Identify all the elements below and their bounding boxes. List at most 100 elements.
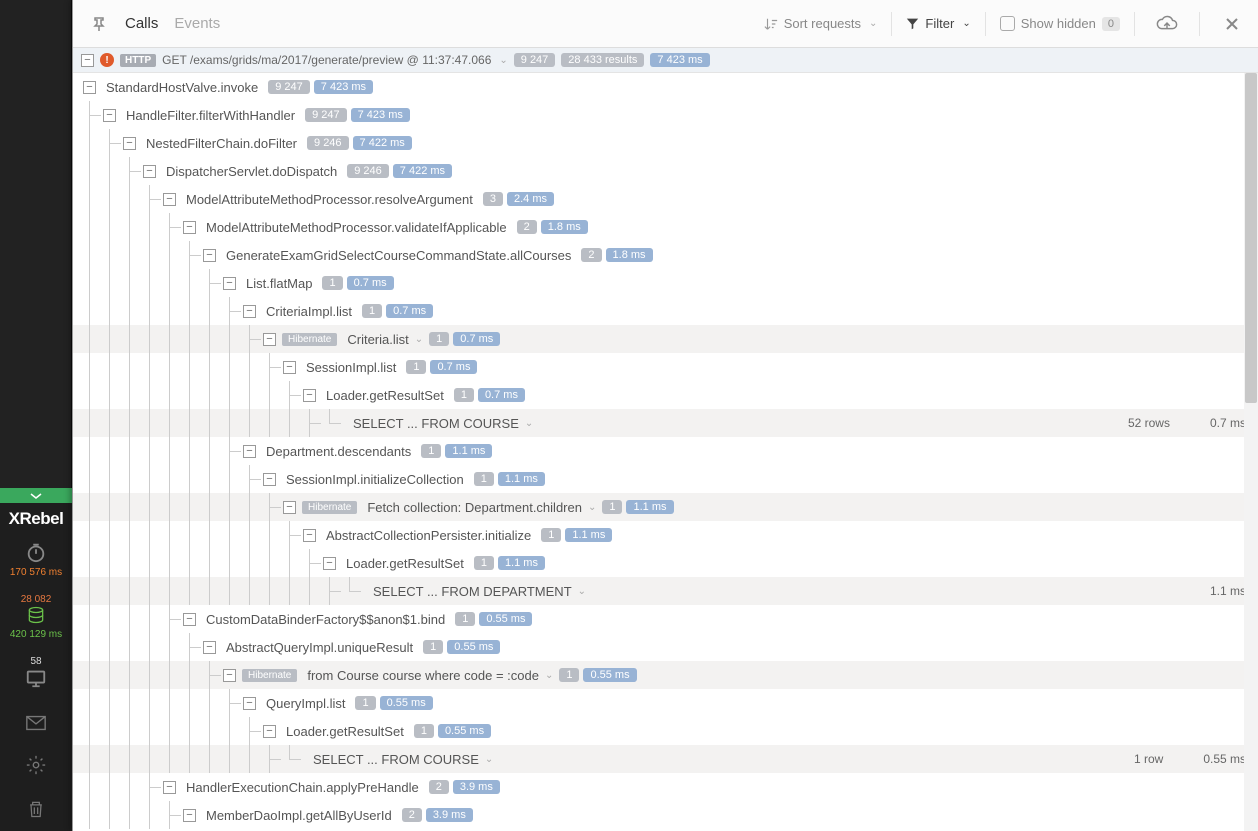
call-row[interactable]: Loader.getResultSet11.1 ms bbox=[73, 549, 1258, 577]
cloud-upload-icon[interactable] bbox=[1151, 8, 1183, 40]
collapse-toggle[interactable] bbox=[203, 641, 216, 654]
count-badge: 1 bbox=[421, 444, 441, 458]
sidebar: XRebel 170 576 ms 28 082 420 129 ms 58 bbox=[0, 0, 72, 831]
call-row[interactable]: HibernateCriteria.list⌄10.7 ms bbox=[73, 325, 1258, 353]
time-badge: 0.7 ms bbox=[478, 388, 525, 402]
collapse-toggle[interactable] bbox=[303, 529, 316, 542]
collapse-toggle[interactable] bbox=[183, 613, 196, 626]
call-label: ModelAttributeMethodProcessor.validateIf… bbox=[206, 220, 507, 235]
call-row[interactable]: HibernateFetch collection: Department.ch… bbox=[73, 493, 1258, 521]
collapse-toggle[interactable] bbox=[83, 81, 96, 94]
collapse-toggle[interactable] bbox=[163, 193, 176, 206]
call-row[interactable]: HandleFilter.filterWithHandler9 2477 423… bbox=[73, 101, 1258, 129]
collapse-toggle[interactable] bbox=[263, 725, 276, 738]
count-badge: 1 bbox=[362, 304, 382, 318]
call-row[interactable]: AbstractQueryImpl.uniqueResult10.55 ms bbox=[73, 633, 1258, 661]
time-stat[interactable]: 170 576 ms bbox=[0, 535, 72, 588]
alert-icon: ! bbox=[100, 53, 114, 67]
call-row[interactable]: QueryImpl.list10.55 ms bbox=[73, 689, 1258, 717]
collapse-toggle[interactable] bbox=[203, 249, 216, 262]
collapse-toggle[interactable] bbox=[303, 389, 316, 402]
collapse-toggle[interactable] bbox=[223, 669, 236, 682]
gear-icon[interactable] bbox=[0, 743, 72, 787]
chevron-down-icon: ⌄ bbox=[869, 18, 877, 29]
time-badge: 0.7 ms bbox=[453, 332, 500, 346]
call-row[interactable]: DispatcherServlet.doDispatch9 2467 422 m… bbox=[73, 157, 1258, 185]
session-stat[interactable]: 58 bbox=[0, 650, 72, 703]
call-row[interactable]: CriteriaImpl.list10.7 ms bbox=[73, 297, 1258, 325]
call-row[interactable]: ModelAttributeMethodProcessor.validateIf… bbox=[73, 213, 1258, 241]
call-row[interactable]: MemberDaoImpl.getAllByUserId23.9 ms bbox=[73, 801, 1258, 829]
collapse-toggle[interactable] bbox=[0, 488, 72, 503]
tabs: Calls Events bbox=[125, 15, 220, 32]
sql-row[interactable]: SELECT ... FROM DEPARTMENT⌄1.1 ms bbox=[73, 577, 1258, 605]
call-row[interactable]: SessionImpl.list10.7 ms bbox=[73, 353, 1258, 381]
call-tree[interactable]: StandardHostValve.invoke9 2477 423 msHan… bbox=[73, 73, 1258, 831]
tab-events[interactable]: Events bbox=[174, 15, 220, 32]
time-badge: 0.55 ms bbox=[479, 612, 532, 626]
mail-icon[interactable] bbox=[0, 703, 72, 743]
tab-calls[interactable]: Calls bbox=[125, 15, 158, 32]
collapse-toggle[interactable] bbox=[283, 501, 296, 514]
collapse-toggle[interactable] bbox=[123, 137, 136, 150]
filter-control[interactable]: Filter ⌄ bbox=[906, 16, 970, 31]
time-badge: 0.55 ms bbox=[380, 696, 433, 710]
call-row[interactable]: NestedFilterChain.doFilter9 2467 422 ms bbox=[73, 129, 1258, 157]
call-row[interactable]: Department.descendants11.1 ms bbox=[73, 437, 1258, 465]
filter-icon bbox=[906, 17, 919, 30]
pin-icon[interactable] bbox=[83, 8, 115, 40]
show-hidden-control[interactable]: Show hidden 0 bbox=[1000, 16, 1120, 31]
call-row[interactable]: AbstractCollectionPersister.initialize11… bbox=[73, 521, 1258, 549]
db-count: 28 082 bbox=[0, 594, 72, 605]
call-row[interactable]: Loader.getResultSet10.55 ms bbox=[73, 717, 1258, 745]
sort-control[interactable]: Sort requests ⌄ bbox=[764, 16, 878, 31]
chevron-down-icon bbox=[30, 492, 42, 500]
collapse-toggle[interactable] bbox=[283, 361, 296, 374]
row-count: 1 row bbox=[1134, 752, 1163, 766]
scrollbar-thumb[interactable] bbox=[1245, 73, 1257, 403]
call-label: GenerateExamGridSelectCourseCommandState… bbox=[226, 248, 571, 263]
filter-label: Filter bbox=[925, 16, 954, 31]
time-badge: 0.55 ms bbox=[583, 668, 636, 682]
collapse-toggle[interactable] bbox=[263, 473, 276, 486]
collapse-toggle[interactable] bbox=[183, 809, 196, 822]
call-label: SELECT ... FROM DEPARTMENT bbox=[373, 584, 572, 599]
call-row[interactable]: SessionImpl.initializeCollection11.1 ms bbox=[73, 465, 1258, 493]
session-count: 58 bbox=[0, 656, 72, 667]
chevron-down-icon: ⌄ bbox=[962, 18, 970, 29]
call-label: Department.descendants bbox=[266, 444, 411, 459]
collapse-toggle[interactable] bbox=[81, 54, 94, 67]
time-badge: 0.7 ms bbox=[430, 360, 477, 374]
call-row[interactable]: HandlerExecutionChain.applyPreHandle23.9… bbox=[73, 773, 1258, 801]
db-stat[interactable]: 28 082 420 129 ms bbox=[0, 588, 72, 650]
collapse-toggle[interactable] bbox=[263, 333, 276, 346]
request-path: GET /exams/grids/ma/2017/generate/previe… bbox=[162, 53, 491, 67]
sql-row[interactable]: SELECT ... FROM COURSE⌄52 rows0.7 ms bbox=[73, 409, 1258, 437]
sql-row[interactable]: SELECT ... FROM COURSE⌄1 row0.55 ms bbox=[73, 745, 1258, 773]
request-header[interactable]: ! HTTP GET /exams/grids/ma/2017/generate… bbox=[73, 48, 1258, 73]
request-results: 28 433 results bbox=[561, 53, 644, 67]
call-row[interactable]: CustomDataBinderFactory$$anon$1.bind10.5… bbox=[73, 605, 1258, 633]
call-row[interactable]: ModelAttributeMethodProcessor.resolveArg… bbox=[73, 185, 1258, 213]
call-row[interactable]: StandardHostValve.invoke9 2477 423 ms bbox=[73, 73, 1258, 101]
collapse-toggle[interactable] bbox=[243, 445, 256, 458]
trash-icon[interactable] bbox=[0, 787, 72, 831]
collapse-toggle[interactable] bbox=[143, 165, 156, 178]
call-row[interactable]: Loader.getResultSet10.7 ms bbox=[73, 381, 1258, 409]
chevron-down-icon: ⌄ bbox=[525, 418, 533, 429]
time-badge: 1.1 ms bbox=[626, 500, 673, 514]
collapse-toggle[interactable] bbox=[323, 557, 336, 570]
collapse-toggle[interactable] bbox=[103, 109, 116, 122]
collapse-toggle[interactable] bbox=[223, 277, 236, 290]
close-icon[interactable] bbox=[1216, 8, 1248, 40]
call-row[interactable]: GenerateExamGridSelectCourseCommandState… bbox=[73, 241, 1258, 269]
count-badge: 1 bbox=[423, 640, 443, 654]
collapse-toggle[interactable] bbox=[243, 697, 256, 710]
collapse-toggle[interactable] bbox=[163, 781, 176, 794]
collapse-toggle[interactable] bbox=[243, 305, 256, 318]
call-row[interactable]: List.flatMap10.7 ms bbox=[73, 269, 1258, 297]
call-label: QueryImpl.list bbox=[266, 696, 345, 711]
collapse-toggle[interactable] bbox=[183, 221, 196, 234]
call-row[interactable]: Hibernatefrom Course course where code =… bbox=[73, 661, 1258, 689]
count-badge: 9 246 bbox=[307, 136, 349, 150]
